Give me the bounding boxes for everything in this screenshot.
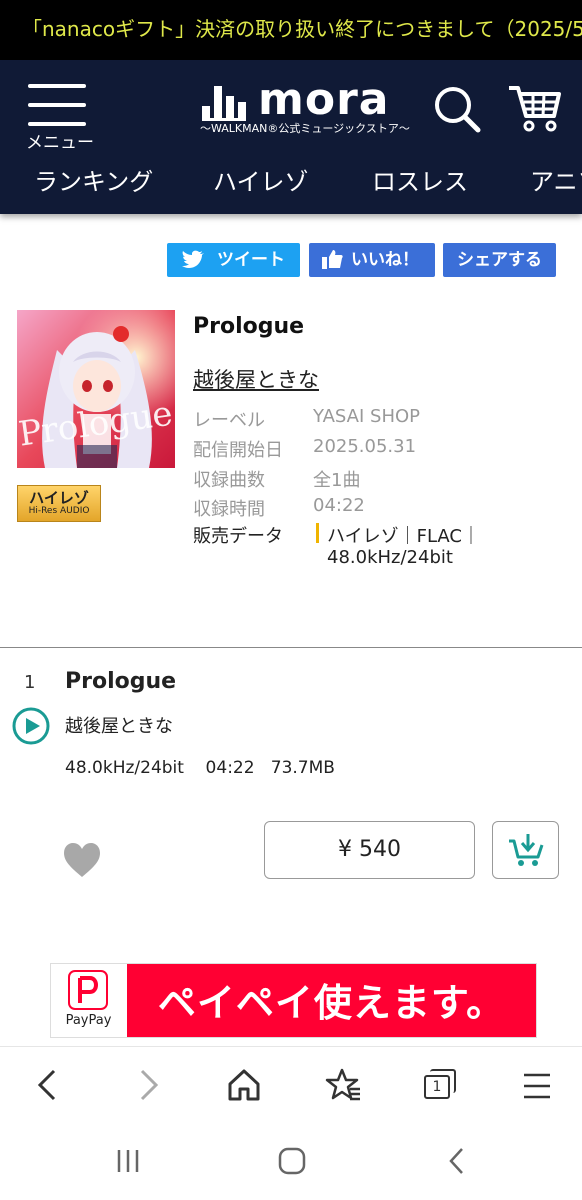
paypay-message-area: ペイペイ使えます。 [127, 964, 536, 1037]
add-to-cart-button[interactable] [492, 821, 559, 879]
home-icon[interactable] [226, 1067, 262, 1103]
paypay-message: ペイペイ使えます。 [157, 981, 506, 1025]
bookmark-star-icon[interactable] [324, 1067, 362, 1103]
thumbs-up-icon [322, 250, 343, 269]
meta-tracks-value: 全1曲 [313, 470, 361, 491]
menu-icon[interactable] [522, 1071, 552, 1101]
meta-release-value: 2025.05.31 [313, 436, 417, 457]
nav-anison[interactable]: アニソ [530, 162, 582, 197]
system-home-icon[interactable] [277, 1146, 307, 1176]
like-label: いいね！ [351, 250, 419, 270]
paypay-banner[interactable]: PayPay ペイペイ使えます。 [50, 963, 537, 1038]
track-format-info: 48.0kHz/24bit 04:22 73.7MB [65, 758, 335, 778]
cart-add-icon [509, 834, 544, 866]
twitter-bird-icon [182, 250, 204, 268]
tabs-count: 1 [424, 1075, 450, 1099]
album-artist-link[interactable]: 越後屋ときな [193, 364, 319, 394]
sale-data-marker [316, 523, 319, 543]
cover-art-image: Prologue [16, 310, 175, 468]
album-title: Prologue [193, 314, 305, 339]
play-preview-icon[interactable] [12, 707, 50, 745]
sale-data-value-line2: 48.0kHz/24bit [327, 547, 453, 568]
hires-badge-line1: ハイレゾ [29, 489, 89, 507]
tabs-icon[interactable]: 1 [422, 1069, 458, 1103]
cart-icon[interactable] [506, 82, 562, 134]
logo-text: mora [258, 74, 390, 125]
meta-label-value: YASAI SHOP [313, 406, 420, 427]
nav-ranking[interactable]: ランキング [34, 162, 153, 197]
buy-price-button[interactable]: ¥ 540 [264, 821, 475, 879]
logo-subtitle: 〜WALKMAN®公式ミュージックストア〜 [200, 122, 410, 135]
meta-duration-key: 収録時間 [193, 499, 265, 520]
track-title: Prologue [65, 669, 177, 694]
track-artist: 越後屋ときな [65, 716, 173, 737]
meta-tracks-key: 収録曲数 [193, 470, 265, 491]
meta-label-key: レーベル [193, 410, 265, 431]
album-cover[interactable]: Prologue [16, 310, 175, 468]
favorite-heart-icon[interactable] [62, 841, 102, 881]
menu-label: メニュー [26, 133, 94, 153]
meta-duration-value: 04:22 [313, 495, 365, 516]
section-divider [0, 647, 582, 648]
tweet-button[interactable]: ツイート [167, 243, 300, 277]
facebook-like-button[interactable]: いいね！ [309, 243, 435, 277]
system-navigation-bar [0, 1126, 582, 1200]
forward-icon[interactable] [134, 1065, 164, 1105]
sale-data-value-line1: ハイレゾ｜FLAC｜ [327, 526, 480, 547]
price-label: ¥ 540 [338, 837, 401, 862]
news-ticker[interactable]: 「nanacoギフト」決済の取り扱い終了につきまして（2025/5/3... [0, 0, 582, 60]
nav-lossless[interactable]: ロスレス [372, 162, 468, 197]
paypay-p-icon [68, 970, 108, 1010]
search-icon[interactable] [432, 84, 482, 134]
paypay-label: PayPay [65, 1013, 112, 1028]
nav-hires[interactable]: ハイレゾ [213, 162, 309, 197]
ticker-text: 「nanacoギフト」決済の取り扱い終了につきまして（2025/5/3... [22, 17, 582, 41]
hires-audio-badge: ハイレゾ Hi-Res AUDIO [17, 485, 101, 522]
back-icon[interactable] [32, 1065, 62, 1105]
track-number: 1 [24, 672, 36, 693]
sale-data-key: 販売データ [193, 526, 283, 547]
mora-logo[interactable]: mora 〜WALKMAN®公式ミュージックストア〜 [200, 74, 410, 140]
site-header: メニュー mora 〜WALKMAN®公式ミュージックストア〜 ランキング ハイ… [0, 60, 582, 214]
facebook-share-button[interactable]: シェアする [443, 243, 556, 277]
browser-toolbar: 1 [0, 1046, 582, 1127]
recent-apps-icon[interactable] [114, 1146, 144, 1176]
paypay-logo: PayPay [51, 964, 126, 1037]
share-label: シェアする [457, 250, 542, 270]
logo-bars-icon [202, 86, 246, 121]
hires-badge-line2: Hi-Res AUDIO [28, 506, 90, 516]
tweet-label: ツイート [217, 250, 285, 270]
meta-release-key: 配信開始日 [193, 440, 283, 461]
system-back-icon[interactable] [442, 1146, 472, 1176]
